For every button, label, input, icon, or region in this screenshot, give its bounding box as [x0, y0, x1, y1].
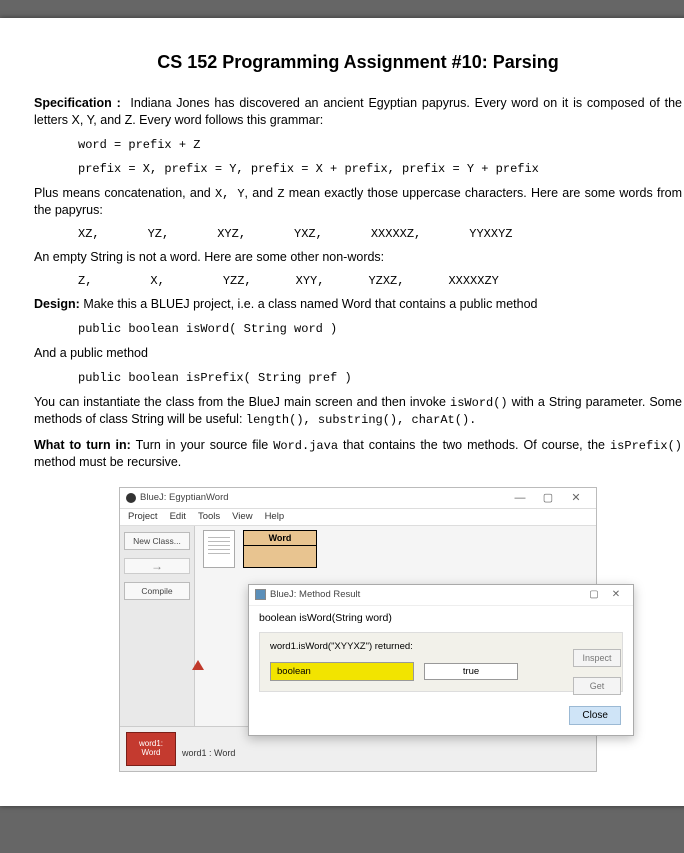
bluej-menubar: Project Edit Tools View Help [120, 509, 596, 526]
dialog-maximize-icon[interactable]: ▢ [583, 589, 605, 600]
bench-label: word1 : Word [182, 748, 235, 758]
result-value: true [424, 663, 518, 680]
grammar-line-2: prefix = X, prefix = Y, prefix = X + pre… [78, 161, 682, 177]
maximize-icon[interactable]: ▢ [534, 491, 562, 504]
design-paragraph: Design: Make this a BLUEJ project, i.e. … [34, 296, 682, 313]
bluej-window: BlueJ: EgyptianWord — ▢ ✕ Project Edit T… [119, 487, 597, 772]
bluej-logo-icon [126, 493, 136, 503]
dependency-arrow-icon[interactable]: → [124, 558, 190, 574]
close-icon[interactable]: ✕ [562, 491, 590, 504]
class-word[interactable]: Word [243, 530, 317, 568]
instantiate-paragraph: You can instantiate the class from the B… [34, 394, 682, 428]
dialog-titlebar: BlueJ: Method Result ▢ ✕ [249, 585, 633, 606]
nonword-intro: An empty String is not a word. Here are … [34, 249, 682, 266]
dialog-close-icon[interactable]: ✕ [605, 589, 627, 600]
minimize-icon[interactable]: — [506, 492, 534, 504]
bluej-window-title: BlueJ: EgyptianWord [140, 492, 229, 503]
menu-edit[interactable]: Edit [170, 511, 186, 522]
menu-help[interactable]: Help [265, 511, 285, 522]
new-class-button[interactable]: New Class... [124, 532, 190, 550]
get-button[interactable]: Get [573, 677, 621, 695]
and-public-method: And a public method [34, 345, 682, 362]
menu-view[interactable]: View [232, 511, 252, 522]
dialog-panel: word1.isWord("XYYXZ") returned: boolean … [259, 632, 623, 692]
compile-button[interactable]: Compile [124, 582, 190, 600]
document-page: CS 152 Programming Assignment #10: Parsi… [0, 18, 684, 806]
method-result-dialog: BlueJ: Method Result ▢ ✕ boolean isWord(… [248, 584, 634, 736]
dialog-logo-icon [255, 589, 266, 600]
method-sig-isword: public boolean isWord( String word ) [78, 321, 682, 337]
inspect-button[interactable]: Inspect [573, 649, 621, 667]
turnin-paragraph: What to turn in: Turn in your source fil… [34, 437, 682, 471]
readme-icon[interactable] [203, 530, 235, 568]
page-title: CS 152 Programming Assignment #10: Parsi… [34, 52, 682, 73]
spec-paragraph: Specification : Indiana Jones has discov… [34, 95, 682, 129]
valid-words: XZ, YZ, XYZ, YXZ, XXXXXZ, YYXXYZ [78, 227, 682, 241]
dialog-signature: boolean isWord(String word) [249, 606, 633, 628]
red-triangle-icon [192, 660, 204, 670]
bluej-sidebar: New Class... → Compile [120, 526, 195, 726]
method-sig-isprefix: public boolean isPrefix( String pref ) [78, 370, 682, 386]
dialog-title: BlueJ: Method Result [270, 589, 360, 600]
result-type: boolean [270, 662, 414, 681]
close-button[interactable]: Close [569, 706, 621, 725]
dialog-returned-text: word1.isWord("XYYXZ") returned: [270, 641, 612, 652]
menu-tools[interactable]: Tools [198, 511, 220, 522]
bluej-titlebar: BlueJ: EgyptianWord — ▢ ✕ [120, 488, 596, 509]
grammar-line-1: word = prefix + Z [78, 137, 682, 153]
plus-explain: Plus means concatenation, and X, Y, and … [34, 185, 682, 219]
non-words: Z, X, YZZ, XYY, YZXZ, XXXXXZY [78, 274, 682, 288]
menu-project[interactable]: Project [128, 511, 158, 522]
object-word1[interactable]: word1: Word [126, 732, 176, 766]
